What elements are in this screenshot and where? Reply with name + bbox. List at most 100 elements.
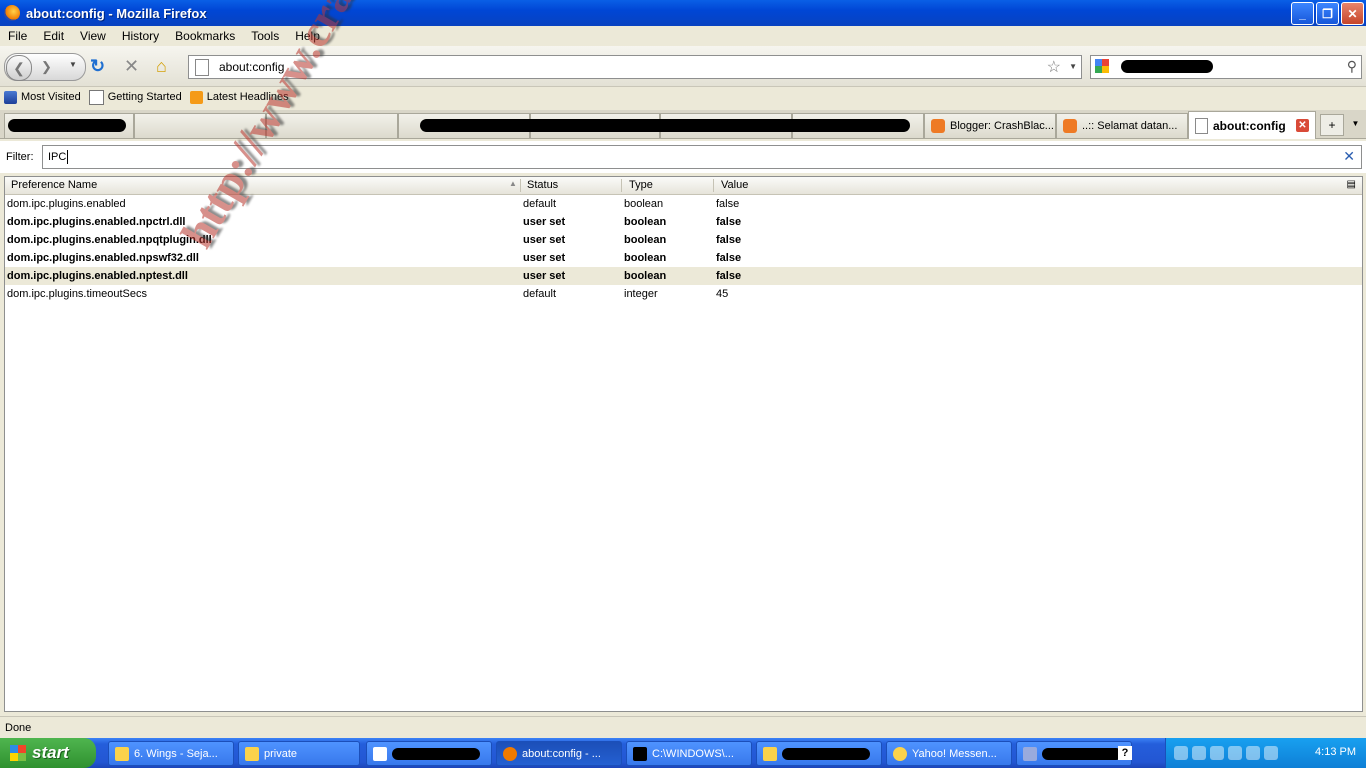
back-icon[interactable]: ❮ <box>6 55 32 81</box>
tab-about-config[interactable]: about:config ✕ <box>1188 111 1316 139</box>
table-row[interactable]: dom.ipc.plugins.enabled default boolean … <box>5 195 1362 213</box>
clear-filter-icon[interactable]: ✕ <box>1343 148 1355 165</box>
bookmark-label: Getting Started <box>107 91 182 103</box>
column-divider[interactable] <box>713 179 714 192</box>
forward-icon[interactable]: ❯ <box>41 59 52 75</box>
table-header: Preference Name ▲ Status Type Value ▤ <box>5 177 1362 195</box>
column-preference-name[interactable]: Preference Name <box>11 179 97 191</box>
pref-type: boolean <box>624 198 664 210</box>
menu-view[interactable]: View <box>72 29 114 43</box>
tray-network-icon[interactable] <box>1210 746 1224 760</box>
bookmark-latest-headlines[interactable]: Latest Headlines <box>189 90 289 104</box>
blogger-icon <box>1063 119 1077 133</box>
task-yahoo-messenger[interactable]: Yahoo! Messen... <box>886 741 1012 766</box>
stop-icon[interactable]: ✕ <box>124 57 139 75</box>
column-picker-icon[interactable]: ▤ <box>1347 179 1356 190</box>
bookmark-getting-started[interactable]: Getting Started <box>88 89 182 105</box>
status-bar: Done <box>0 716 1366 739</box>
help-icon[interactable]: ? <box>1118 746 1132 760</box>
google-engine-icon[interactable] <box>1095 59 1109 73</box>
pref-status: user set <box>523 270 566 282</box>
tab-label: ..:: Selamat datan... <box>1082 120 1178 132</box>
history-dropdown-icon[interactable]: ▼ <box>69 60 77 69</box>
pref-type: boolean <box>624 234 667 246</box>
filter-input[interactable]: IPC ✕ <box>42 145 1362 169</box>
pref-value: false <box>716 216 742 228</box>
close-tab-icon[interactable]: ✕ <box>1296 119 1309 132</box>
filter-value: IPC <box>48 151 67 163</box>
task-redacted-1[interactable] <box>366 741 492 766</box>
table-row[interactable]: dom.ipc.plugins.enabled.npswf32.dll user… <box>5 249 1362 267</box>
tab-selamat-datang[interactable]: ..:: Selamat datan... <box>1056 113 1188 138</box>
column-status[interactable]: Status <box>527 179 558 191</box>
menu-file[interactable]: File <box>0 29 35 43</box>
minimize-button[interactable]: _ <box>1291 2 1314 25</box>
folder-icon <box>763 746 777 761</box>
rss-feed-icon <box>189 90 203 104</box>
menu-edit[interactable]: Edit <box>35 29 72 43</box>
pref-value: false <box>716 198 740 210</box>
pref-value: false <box>716 270 742 282</box>
menu-history[interactable]: History <box>114 29 167 43</box>
console-icon <box>633 746 647 761</box>
table-row-selected[interactable]: dom.ipc.plugins.enabled.nptest.dll user … <box>5 267 1362 285</box>
blogger-icon <box>931 119 945 133</box>
music-icon <box>115 746 129 761</box>
home-icon[interactable]: ⌂ <box>156 57 167 75</box>
task-wings[interactable]: 6. Wings - Seja... <box>108 741 234 766</box>
search-bar[interactable]: ⚲ <box>1090 55 1362 79</box>
preferences-table[interactable]: Preference Name ▲ Status Type Value ▤ do… <box>4 176 1363 712</box>
task-redacted-3[interactable] <box>1016 741 1132 766</box>
tray-messenger-icon[interactable] <box>1192 746 1206 760</box>
column-value[interactable]: Value <box>721 179 748 191</box>
menu-help[interactable]: Help <box>287 29 328 43</box>
tab-blogger[interactable]: Blogger: CrashBlac... <box>924 113 1056 138</box>
bookmark-most-visited[interactable]: Most Visited <box>4 90 81 104</box>
list-all-tabs-icon[interactable]: ▼ <box>1347 114 1364 134</box>
pref-status: default <box>523 288 557 300</box>
tab-redacted-3[interactable] <box>266 113 398 138</box>
pref-type: integer <box>624 288 658 300</box>
filter-row: Filter: IPC ✕ <box>0 141 1366 173</box>
url-bar[interactable]: about:config ☆ ▼ <box>188 55 1082 79</box>
tray-chevron-icon[interactable] <box>1174 746 1188 760</box>
status-text: Done <box>5 722 32 734</box>
task-cmd[interactable]: C:\WINDOWS\... <box>626 741 752 766</box>
table-row[interactable]: dom.ipc.plugins.timeoutSecs default inte… <box>5 285 1362 303</box>
bookmark-label: Latest Headlines <box>206 91 289 103</box>
search-icon[interactable]: ⚲ <box>1347 58 1357 75</box>
windows-logo-icon <box>10 745 26 761</box>
column-divider[interactable] <box>621 179 622 192</box>
column-type[interactable]: Type <box>629 179 653 191</box>
task-private-folder[interactable]: private <box>238 741 360 766</box>
task-firefox[interactable]: about:config - ... <box>496 741 622 766</box>
pref-name: dom.ipc.plugins.enabled.nptest.dll <box>7 270 188 282</box>
window-title: about:config - Mozilla Firefox <box>26 5 207 21</box>
bookmark-star-icon[interactable]: ☆ <box>1047 57 1061 77</box>
tray-bluetooth-icon[interactable] <box>1246 746 1260 760</box>
url-dropdown-icon[interactable]: ▼ <box>1069 62 1077 71</box>
page-icon <box>88 89 104 105</box>
redacted-task-label <box>1042 747 1122 760</box>
pref-status: user set <box>523 252 566 264</box>
task-label: C:\WINDOWS\... <box>652 747 734 760</box>
tab-redacted-2[interactable] <box>134 113 266 138</box>
menu-tools[interactable]: Tools <box>243 29 287 43</box>
pref-name: dom.ipc.plugins.timeoutSecs <box>7 288 148 300</box>
close-window-button[interactable]: ✕ <box>1341 2 1364 25</box>
tray-app-icon[interactable] <box>1228 746 1242 760</box>
task-redacted-2[interactable] <box>756 741 882 766</box>
reload-icon[interactable]: ↻ <box>90 57 105 75</box>
new-tab-button[interactable]: + <box>1320 114 1344 136</box>
table-row[interactable]: dom.ipc.plugins.enabled.npqtplugin.dll u… <box>5 231 1362 249</box>
pref-type: boolean <box>624 252 667 264</box>
start-button[interactable]: start <box>0 738 96 768</box>
redacted-tab-title <box>8 119 126 132</box>
table-row[interactable]: dom.ipc.plugins.enabled.npctrl.dll user … <box>5 213 1362 231</box>
firefox-icon <box>503 746 517 761</box>
column-divider[interactable] <box>520 179 521 192</box>
menu-bookmarks[interactable]: Bookmarks <box>167 29 243 43</box>
redacted-tab-titles <box>420 119 910 132</box>
restore-button[interactable]: ❐ <box>1316 2 1339 25</box>
tray-monitor-icon[interactable] <box>1264 746 1278 760</box>
